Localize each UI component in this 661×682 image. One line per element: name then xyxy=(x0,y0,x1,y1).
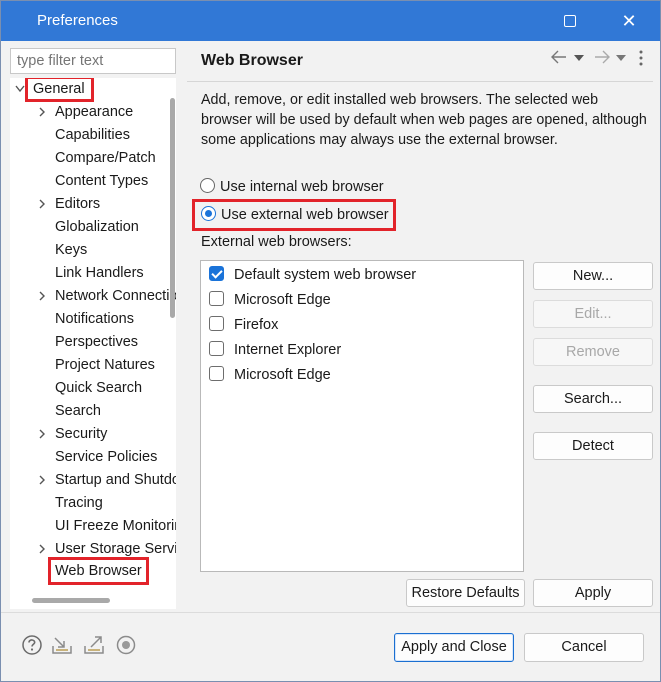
page-title: Web Browser xyxy=(201,52,303,69)
checkbox-checked-icon[interactable] xyxy=(209,266,224,281)
chevron-right-icon[interactable] xyxy=(36,423,48,445)
close-button[interactable]: ✕ xyxy=(609,7,649,35)
browsers-list-label: External web browsers: xyxy=(201,234,352,250)
record-icon[interactable] xyxy=(115,634,137,656)
checkbox-icon[interactable] xyxy=(209,316,224,331)
tree-item-appearance[interactable]: Appearance xyxy=(55,101,133,123)
checkbox-icon[interactable] xyxy=(209,341,224,356)
tree-item-web-browser[interactable]: Web Browser xyxy=(48,557,149,585)
browser-name: Microsoft Edge xyxy=(234,292,331,308)
tree-item-ui-freeze-monitoring[interactable]: UI Freeze Monitoring xyxy=(55,515,176,537)
browser-name: Internet Explorer xyxy=(234,342,342,358)
tree-item-keys[interactable]: Keys xyxy=(55,239,87,261)
detect-button[interactable]: Detect xyxy=(533,432,653,460)
radio-label: Use external web browser xyxy=(221,207,389,223)
help-icon[interactable] xyxy=(21,634,43,656)
browser-name: Default system web browser xyxy=(234,267,417,283)
tree-item-content-types[interactable]: Content Types xyxy=(55,170,148,192)
tree-item-security[interactable]: Security xyxy=(55,423,107,445)
maximize-icon xyxy=(564,14,576,27)
back-button[interactable] xyxy=(550,49,568,68)
more-vertical-icon xyxy=(639,50,643,66)
tree-item-label: Web Browser xyxy=(48,557,149,585)
search-button[interactable]: Search... xyxy=(533,385,653,413)
checkbox-icon[interactable] xyxy=(209,291,224,306)
list-item[interactable]: Default system web browser xyxy=(209,263,416,287)
chevron-down-icon[interactable] xyxy=(14,78,26,100)
apply-button[interactable]: Apply xyxy=(533,579,653,607)
forward-arrow-icon xyxy=(595,50,610,64)
browser-name: Firefox xyxy=(234,317,279,333)
restore-defaults-button[interactable]: Restore Defaults xyxy=(406,579,525,607)
forward-button[interactable] xyxy=(593,49,611,68)
apply-and-close-button[interactable]: Apply and Close xyxy=(394,633,514,662)
preferences-window: Preferences ✕ General Appearance Capabil… xyxy=(0,0,661,682)
list-item[interactable]: Microsoft Edge xyxy=(209,288,331,312)
browsers-list[interactable]: Default system web browser Microsoft Edg… xyxy=(200,260,524,572)
page-description: Add, remove, or edit installed web brows… xyxy=(201,92,647,148)
tree-item-editors[interactable]: Editors xyxy=(55,193,100,215)
chevron-right-icon[interactable] xyxy=(36,285,48,307)
tree-item-tracing[interactable]: Tracing xyxy=(55,492,103,514)
tree-item-service-policies[interactable]: Service Policies xyxy=(55,446,157,468)
tree-item-link-handlers[interactable]: Link Handlers xyxy=(55,262,144,284)
dropdown-arrow-icon xyxy=(574,55,584,61)
tree-item-search[interactable]: Search xyxy=(55,400,101,422)
tree-item-network-connections[interactable]: Network Connections xyxy=(55,285,176,307)
list-item[interactable]: Firefox xyxy=(209,313,278,337)
tree-item-capabilities[interactable]: Capabilities xyxy=(55,124,130,146)
tree-item-startup-shutdown[interactable]: Startup and Shutdown xyxy=(55,469,176,491)
filter-input[interactable] xyxy=(10,48,176,74)
chevron-right-icon[interactable] xyxy=(36,538,48,560)
list-item[interactable]: Microsoft Edge xyxy=(209,363,331,387)
external-browser-radio[interactable]: Use external web browser xyxy=(192,199,396,231)
radio-label: Use internal web browser xyxy=(220,179,384,195)
footer-separator xyxy=(1,612,660,613)
maximize-button[interactable] xyxy=(550,7,590,35)
view-menu-button[interactable] xyxy=(638,49,644,70)
radio-icon xyxy=(200,178,215,193)
header-separator xyxy=(187,81,653,82)
tree-item-perspectives[interactable]: Perspectives xyxy=(55,331,138,353)
tree-item-project-natures[interactable]: Project Natures xyxy=(55,354,155,376)
new-button[interactable]: New... xyxy=(533,262,653,290)
internal-browser-radio[interactable]: Use internal web browser xyxy=(200,176,384,198)
import-icon[interactable] xyxy=(51,634,73,656)
back-menu-button[interactable] xyxy=(573,51,585,67)
tree-item-notifications[interactable]: Notifications xyxy=(55,308,134,330)
tree-horizontal-scrollbar[interactable] xyxy=(32,598,110,603)
chevron-right-icon[interactable] xyxy=(36,469,48,491)
tree-item-general[interactable]: General xyxy=(25,78,94,102)
tree-vertical-scrollbar[interactable] xyxy=(170,98,175,318)
title-bar[interactable]: Preferences ✕ xyxy=(1,1,660,41)
tree-item-compare-patch[interactable]: Compare/Patch xyxy=(55,147,156,169)
chevron-right-icon[interactable] xyxy=(36,101,48,123)
tree-item-label: General xyxy=(25,78,94,102)
radio-selected-icon xyxy=(201,206,216,221)
tree-item-quick-search[interactable]: Quick Search xyxy=(55,377,142,399)
cancel-button[interactable]: Cancel xyxy=(524,633,644,662)
tree-item-user-storage[interactable]: User Storage Service xyxy=(55,538,176,560)
tree-item-globalization[interactable]: Globalization xyxy=(55,216,139,238)
list-item[interactable]: Internet Explorer xyxy=(209,338,341,362)
forward-menu-button[interactable] xyxy=(615,51,627,67)
window-title: Preferences xyxy=(37,12,118,29)
export-icon[interactable] xyxy=(83,634,105,656)
dropdown-arrow-icon xyxy=(616,55,626,61)
back-arrow-icon xyxy=(551,50,566,64)
edit-button[interactable]: Edit... xyxy=(533,300,653,328)
preferences-tree: General Appearance Capabilities Compare/… xyxy=(10,78,176,609)
browser-name: Microsoft Edge xyxy=(234,367,331,383)
checkbox-icon[interactable] xyxy=(209,366,224,381)
chevron-right-icon[interactable] xyxy=(36,193,48,215)
remove-button[interactable]: Remove xyxy=(533,338,653,366)
